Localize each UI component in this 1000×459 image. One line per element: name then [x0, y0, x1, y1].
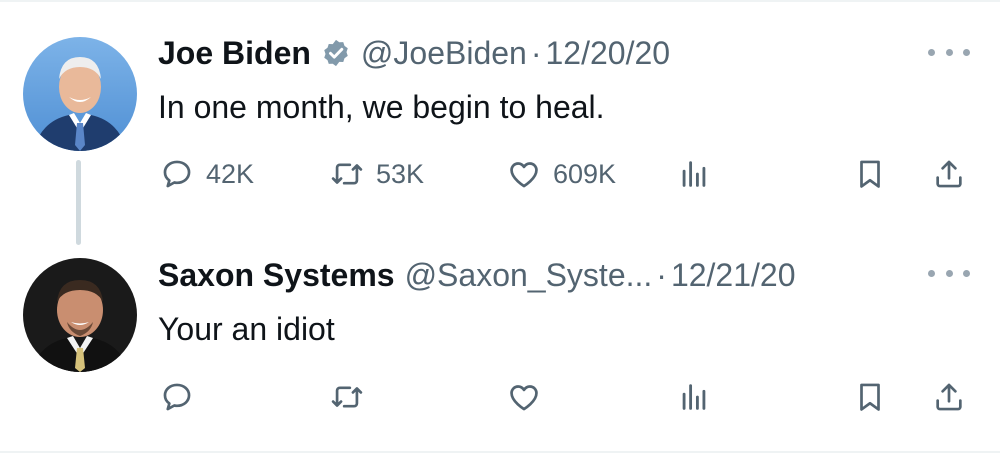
- share-icon: [936, 160, 962, 188]
- views-icon: [682, 384, 706, 410]
- tweet-timestamp[interactable]: 12/21/20: [671, 255, 796, 295]
- reply-count: 42K: [206, 158, 255, 189]
- author-name[interactable]: Saxon Systems: [158, 255, 395, 295]
- tweet-text: In one month, we begin to heal.: [158, 89, 605, 125]
- retweet-icon: [331, 386, 363, 408]
- like-icon: [510, 385, 538, 411]
- avatar[interactable]: [23, 258, 137, 372]
- action-bar: 42K 53K 609K: [0, 152, 1000, 196]
- author-handle[interactable]: @JoeBiden: [361, 33, 527, 73]
- avatar[interactable]: [23, 37, 137, 151]
- more-options-icon[interactable]: [928, 263, 970, 283]
- views-button[interactable]: [677, 375, 711, 419]
- bookmark-icon: [860, 383, 880, 411]
- action-bar: [0, 375, 1000, 419]
- views-icon: [682, 161, 706, 187]
- separator-dot: ·: [530, 35, 542, 71]
- reply-icon: [163, 160, 191, 188]
- reply-button[interactable]: [160, 375, 194, 419]
- like-button[interactable]: [507, 375, 541, 419]
- bookmark-button[interactable]: [853, 152, 887, 196]
- tweet-header: Saxon Systems @Saxon_Syste... · 12/21/20: [158, 255, 796, 295]
- tweet-saxon-systems[interactable]: Saxon Systems @Saxon_Syste... · 12/21/20…: [0, 245, 1000, 451]
- share-icon: [936, 383, 962, 411]
- share-button[interactable]: [932, 375, 966, 419]
- retweet-icon: [331, 163, 363, 185]
- verified-badge-icon: [321, 38, 351, 68]
- like-icon: [510, 162, 538, 188]
- reply-button[interactable]: 42K: [160, 152, 254, 196]
- tweet-text: Your an idiot: [158, 311, 335, 347]
- bookmark-icon: [860, 160, 880, 188]
- tweet-timestamp[interactable]: 12/20/20: [546, 33, 671, 73]
- author-name[interactable]: Joe Biden: [158, 33, 311, 73]
- views-button[interactable]: [677, 152, 711, 196]
- retweet-button[interactable]: [330, 375, 364, 419]
- bookmark-button[interactable]: [853, 375, 887, 419]
- retweet-count: 53K: [376, 158, 425, 189]
- author-handle[interactable]: @Saxon_Syste...: [405, 255, 653, 295]
- like-button[interactable]: 609K: [507, 152, 616, 196]
- like-count: 609K: [553, 158, 617, 189]
- share-button[interactable]: [932, 152, 966, 196]
- separator-dot: ·: [656, 257, 667, 293]
- retweet-button[interactable]: 53K: [330, 152, 424, 196]
- bottom-divider: [0, 451, 1000, 453]
- tweet-header: Joe Biden @JoeBiden · 12/20/20: [158, 33, 670, 73]
- reply-icon: [163, 383, 191, 411]
- tweet-joe-biden[interactable]: Joe Biden @JoeBiden · 12/20/20 In one mo…: [0, 0, 1000, 245]
- more-options-icon[interactable]: [928, 42, 970, 62]
